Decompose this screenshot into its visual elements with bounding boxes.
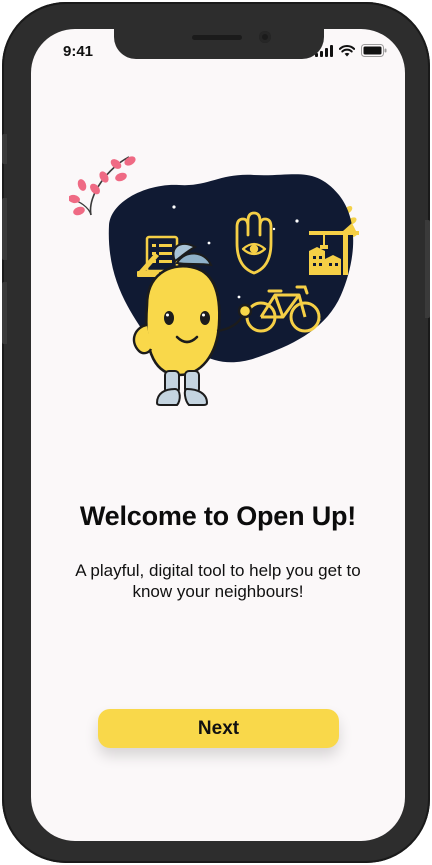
battery-icon	[361, 44, 387, 57]
speaker-grille	[192, 35, 242, 40]
status-time: 9:41	[63, 43, 94, 60]
welcome-title: Welcome to Open Up!	[79, 501, 357, 531]
welcome-subtitle: A playful, digital tool to help you get …	[75, 561, 361, 601]
next-button[interactable]: Next	[98, 709, 339, 748]
welcome-illustration	[69, 156, 359, 406]
phone-frame: 9:41 Welcome to Open Up! A playful, digi…	[2, 2, 430, 863]
status-icons	[315, 44, 387, 57]
wifi-icon	[339, 44, 355, 56]
mute-switch	[2, 134, 7, 164]
front-camera	[259, 31, 271, 43]
power-button	[425, 220, 430, 318]
volume-down-button	[2, 282, 7, 344]
volume-up-button	[2, 198, 7, 260]
notch	[114, 29, 324, 59]
phone-screen: 9:41 Welcome to Open Up! A playful, digi…	[31, 29, 405, 841]
